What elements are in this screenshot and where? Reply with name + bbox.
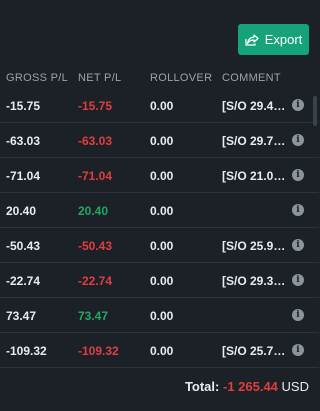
- comment-cell: [S/O 25.9…: [222, 239, 286, 253]
- total-value: -1 265.44: [222, 379, 278, 394]
- net-pl-cell: -63.03: [78, 134, 113, 148]
- net-pl-cell: -71.04: [78, 169, 113, 183]
- info-icon[interactable]: i: [292, 274, 304, 286]
- gross-pl-cell: 20.40: [6, 204, 37, 218]
- info-icon[interactable]: i: [292, 169, 304, 181]
- column-header-gross-pl[interactable]: GROSS P/L: [6, 72, 68, 84]
- table-row[interactable]: 73.47 73.47 0.00 i: [0, 298, 319, 333]
- table-row[interactable]: -22.74 -22.74 0.00 [S/O 29.3… i: [0, 263, 319, 298]
- comment-cell: [S/O 29.7…: [222, 134, 286, 148]
- info-icon[interactable]: i: [292, 99, 304, 111]
- info-icon[interactable]: i: [292, 204, 304, 216]
- table-row[interactable]: -15.75 -15.75 0.00 [S/O 29.4… i: [0, 88, 319, 123]
- column-header-comment[interactable]: COMMENT: [222, 72, 281, 84]
- comment-cell: [S/O 21.0…: [222, 169, 286, 183]
- comment-cell: [S/O 29.4…: [222, 99, 286, 113]
- table-row[interactable]: -109.32 -109.32 0.00 [S/O 25.7… i: [0, 333, 319, 368]
- info-icon[interactable]: i: [292, 134, 304, 146]
- rollover-cell: 0.00: [150, 204, 174, 218]
- net-pl-cell: 20.40: [78, 204, 109, 218]
- rollover-cell: 0.00: [150, 309, 174, 323]
- net-pl-cell: -50.43: [78, 239, 113, 253]
- export-label: Export: [264, 32, 303, 47]
- net-pl-cell: 73.47: [78, 309, 109, 323]
- net-pl-cell: -109.32: [78, 344, 119, 358]
- total-currency: USD: [281, 379, 309, 394]
- comment-cell: [S/O 29.3…: [222, 274, 286, 288]
- info-icon[interactable]: i: [292, 309, 304, 321]
- rollover-cell: 0.00: [150, 274, 174, 288]
- gross-pl-cell: -109.32: [6, 344, 47, 358]
- gross-pl-cell: -50.43: [6, 239, 41, 253]
- total-summary: Total: -1 265.44 USD: [185, 379, 309, 394]
- scrollbar[interactable]: [313, 96, 317, 126]
- gross-pl-cell: 73.47: [6, 309, 37, 323]
- column-header-net-pl[interactable]: NET P/L: [78, 72, 121, 84]
- table-row[interactable]: -71.04 -71.04 0.00 [S/O 21.0… i: [0, 158, 319, 193]
- export-button[interactable]: Export: [238, 24, 309, 55]
- net-pl-cell: -22.74: [78, 274, 113, 288]
- table-row[interactable]: -50.43 -50.43 0.00 [S/O 25.9… i: [0, 228, 319, 263]
- rollover-cell: 0.00: [150, 134, 174, 148]
- total-label: Total:: [184, 379, 220, 394]
- info-icon[interactable]: i: [292, 239, 304, 251]
- info-icon[interactable]: i: [292, 344, 304, 356]
- toolbar: Export: [0, 0, 319, 66]
- gross-pl-cell: -15.75: [6, 99, 41, 113]
- table-row[interactable]: 20.40 20.40 0.00 i: [0, 193, 319, 228]
- gross-pl-cell: -22.74: [6, 274, 41, 288]
- table-row[interactable]: -63.03 -63.03 0.00 [S/O 29.7… i: [0, 123, 319, 158]
- rollover-cell: 0.00: [150, 169, 174, 183]
- rollover-cell: 0.00: [150, 239, 174, 253]
- column-header-rollover[interactable]: ROLLOVER: [150, 72, 212, 84]
- net-pl-cell: -15.75: [78, 99, 113, 113]
- gross-pl-cell: -71.04: [6, 169, 41, 183]
- table-body: -15.75 -15.75 0.00 [S/O 29.4… i -63.03 -63.03 0…: [0, 88, 319, 368]
- export-icon: [245, 33, 259, 46]
- gross-pl-cell: -63.03: [6, 134, 41, 148]
- table-header: GROSS P/L NET P/L ROLLOVER COMMENT: [0, 66, 319, 90]
- comment-cell: [S/O 25.7…: [222, 344, 286, 358]
- rollover-cell: 0.00: [150, 99, 174, 113]
- rollover-cell: 0.00: [150, 344, 174, 358]
